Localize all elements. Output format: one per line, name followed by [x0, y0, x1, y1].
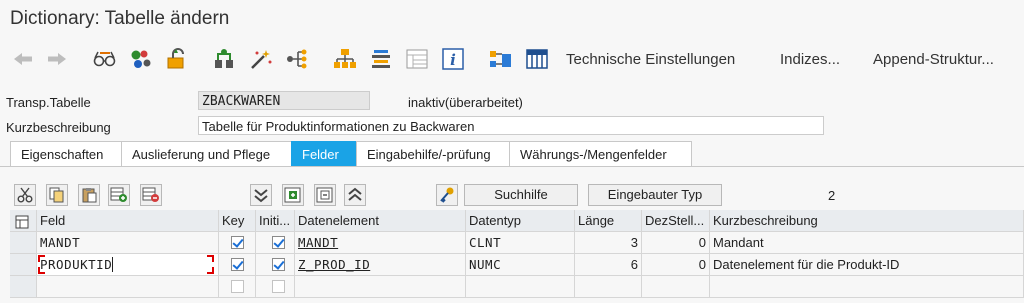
table-row: PRODUKTID Z_PROD_ID NUMC 6 0 Datenelemen… [10, 254, 1024, 276]
graphic-icon[interactable] [488, 46, 514, 72]
field-name-cell-focused[interactable]: PRODUKTID [37, 254, 219, 276]
field-name-cell[interactable] [37, 276, 219, 298]
glasses-icon[interactable] [92, 46, 118, 72]
short-description-cell [710, 276, 1024, 298]
forward-arrow-icon[interactable] [44, 46, 70, 72]
copy-icon[interactable] [46, 184, 68, 206]
length-cell [575, 276, 642, 298]
key-cell [219, 232, 256, 254]
row-selector[interactable] [10, 232, 37, 254]
data-type-cell: NUMC [466, 254, 575, 276]
search-help-button[interactable]: Suchhilfe [464, 184, 578, 206]
column-header-short-description[interactable]: Kurzbeschreibung [710, 210, 1024, 232]
key-checkbox[interactable] [231, 280, 244, 293]
row-selector[interactable] [10, 276, 37, 298]
key-cell [219, 276, 256, 298]
data-element-cell[interactable]: MANDT [295, 232, 466, 254]
data-element-cell[interactable] [295, 276, 466, 298]
initial-cell [256, 276, 295, 298]
remove-structure-icon[interactable] [314, 184, 336, 206]
short-description-field[interactable]: Tabelle für Produktinformationen zu Back… [198, 116, 824, 135]
append-structure-button[interactable]: Append-Struktur... [873, 51, 994, 68]
key-cell [219, 254, 256, 276]
activation-status: inaktiv(überarbeitet) [408, 95, 523, 110]
layout-settings-icon[interactable] [10, 210, 37, 232]
key-icon[interactable] [436, 184, 458, 206]
insert-row-icon[interactable] [108, 184, 130, 206]
table-header: Feld Key Initi... Datenelement Datentyp … [10, 210, 1024, 232]
tab-properties[interactable]: Eigenschaften [10, 141, 122, 166]
focus-corner-tl [38, 255, 45, 262]
table-name-field: ZBACKWAREN [198, 91, 370, 110]
initial-checkbox[interactable] [272, 258, 285, 271]
column-header-field[interactable]: Feld [37, 210, 219, 232]
data-type-cell: CLNT [466, 232, 575, 254]
check-icon[interactable] [212, 46, 238, 72]
field-count: 2 [828, 188, 836, 203]
initial-cell [256, 232, 295, 254]
data-element-cell[interactable]: Z_PROD_ID [295, 254, 466, 276]
cut-icon[interactable] [14, 184, 36, 206]
magic-wand-icon[interactable] [248, 46, 274, 72]
tab-delivery-maintenance[interactable]: Auslieferung und Pflege [121, 141, 292, 166]
delete-row-icon[interactable] [140, 184, 162, 206]
paste-icon[interactable] [78, 184, 100, 206]
decimals-cell [642, 276, 710, 298]
technical-settings-button[interactable]: Technische Einstellungen [566, 51, 735, 68]
tab-fields[interactable]: Felder [291, 141, 357, 166]
table-type-label: Transp.Tabelle [6, 95, 91, 110]
column-header-decimals[interactable]: DezStell... [642, 210, 710, 232]
back-arrow-icon[interactable] [10, 46, 36, 72]
include-structure-icon[interactable] [282, 184, 304, 206]
info-icon[interactable]: i [440, 46, 466, 72]
expand-down-icon[interactable] [250, 184, 272, 206]
table-row [10, 276, 1024, 298]
where-used-icon[interactable] [284, 46, 310, 72]
hierarchy-icon[interactable] [332, 46, 358, 72]
tab-input-help-check[interactable]: Eingabehilfe/-prüfung [356, 141, 510, 166]
activate-icon[interactable] [164, 46, 190, 72]
svg-text:i: i [450, 51, 456, 69]
application-toolbar: i Technische Einstellungen Indizes... Ap… [0, 38, 1024, 82]
initial-checkbox[interactable] [272, 280, 285, 293]
focus-corner-br [207, 267, 214, 274]
object-list-icon[interactable] [368, 46, 394, 72]
key-checkbox[interactable] [231, 236, 244, 249]
window-title: Dictionary: Tabelle ändern [10, 8, 230, 29]
length-cell: 3 [575, 232, 642, 254]
initial-checkbox[interactable] [272, 236, 285, 249]
key-checkbox[interactable] [231, 258, 244, 271]
display-icon[interactable] [404, 46, 430, 72]
column-header-key[interactable]: Key [219, 210, 256, 232]
column-header-data-element[interactable]: Datenelement [295, 210, 466, 232]
tab-strip: Eigenschaften Auslieferung und Pflege Fe… [10, 141, 692, 167]
collapse-up-icon[interactable] [344, 184, 366, 206]
focus-corner-tr [207, 255, 214, 262]
short-description-cell: Datenelement für die Produkt-ID [710, 254, 1024, 276]
tab-currency-quantity-fields[interactable]: Währungs-/Mengenfelder [509, 141, 692, 166]
indexes-button[interactable]: Indizes... [780, 51, 840, 68]
short-description-label: Kurzbeschreibung [6, 120, 111, 135]
decimals-cell: 0 [642, 254, 710, 276]
initial-cell [256, 254, 295, 276]
short-description-cell: Mandant [710, 232, 1024, 254]
column-header-initial[interactable]: Initi... [256, 210, 295, 232]
table-icon[interactable] [524, 46, 550, 72]
decimals-cell: 0 [642, 232, 710, 254]
column-header-length[interactable]: Länge [575, 210, 642, 232]
builtin-type-button[interactable]: Eingebauter Typ [588, 184, 722, 206]
table-row: MANDT MANDT CLNT 3 0 Mandant [10, 232, 1024, 254]
focus-corner-bl [38, 267, 45, 274]
tab-divider [0, 166, 1024, 167]
field-name-value: PRODUKTID [40, 257, 114, 272]
row-selector[interactable] [10, 254, 37, 276]
column-header-data-type[interactable]: Datentyp [466, 210, 575, 232]
other-object-icon[interactable] [128, 46, 154, 72]
length-cell: 6 [575, 254, 642, 276]
field-name-cell[interactable]: MANDT [37, 232, 219, 254]
data-type-cell [466, 276, 575, 298]
